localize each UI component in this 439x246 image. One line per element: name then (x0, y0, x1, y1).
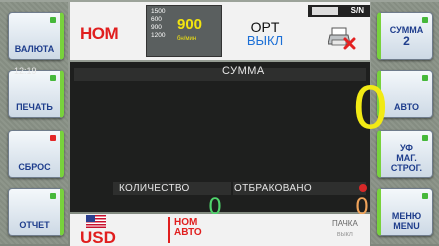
divider (168, 217, 170, 243)
uv-mag-strict-button-label: УФ МАГ. СТРОГ. (390, 143, 423, 173)
currency-button-label: ВАЛЮТА (14, 44, 55, 54)
print-button-label: ПЕЧАТЬ (16, 102, 53, 112)
batch-state: выкл (336, 231, 353, 238)
opt-label: OPT (250, 19, 280, 35)
denomination-mode[interactable]: НОМ (80, 24, 119, 44)
speed-value: 900 (177, 16, 203, 33)
printer-disabled-icon[interactable] (328, 26, 356, 50)
speed-option: 1200 (151, 32, 166, 39)
rejected-label: ОТБРАКОВАНО (234, 183, 312, 194)
status-led (422, 75, 428, 81)
currency-button[interactable]: ВАЛЮТА (8, 12, 64, 60)
top-status-bar: НОМ 1500 600 900 1200 900 бн/мин OPT ВЫК… (70, 2, 370, 60)
count-mode[interactable]: НОМ АВТО (174, 218, 202, 238)
speed-option: 600 (151, 16, 162, 23)
reset-button[interactable]: СБРОС (8, 130, 64, 178)
status-led (50, 75, 56, 81)
counter-screen: ВАЛЮТА ПЕЧАТЬ СБРОС ОТЧЕТ СУММА 2 АВТО У… (0, 0, 439, 246)
speed-selector[interactable]: 1500 600 900 1200 900 бн/мин (146, 5, 222, 57)
sum-mode-value: 2 (403, 33, 410, 48)
rejected-indicator-icon (359, 184, 367, 192)
speed-option: 1500 (151, 8, 166, 15)
speed-unit: бн/мин (177, 36, 197, 42)
sn-label: S/N (350, 6, 364, 15)
speed-option: 900 (151, 24, 162, 31)
menu-button[interactable]: МЕНЮ MENU (377, 188, 433, 236)
status-led (422, 135, 428, 141)
count-label: КОЛИЧЕСТВО (119, 183, 190, 194)
bottom-status-bar: USD НОМ АВТО ПАЧКА выкл (70, 214, 370, 246)
status-led (422, 17, 428, 23)
sum-header-bar (74, 68, 366, 81)
us-flag-icon (86, 215, 106, 228)
currency-code[interactable]: USD (80, 228, 116, 246)
sum-mode-button[interactable]: СУММА 2 (377, 12, 433, 60)
speed-options: 1500 600 900 1200 (151, 8, 165, 40)
opt-toggle[interactable]: OPT ВЫКЛ (230, 20, 300, 48)
serial-number-indicator[interactable]: S/N (308, 5, 370, 17)
status-led (50, 135, 56, 141)
count-mode-line2: АВТО (174, 227, 202, 238)
sum-value: 0 (352, 74, 389, 142)
status-led (50, 193, 56, 199)
sn-box (312, 7, 338, 15)
sum-label: СУММА (222, 65, 265, 77)
status-led (50, 17, 56, 23)
batch-label: ПАЧКА (332, 219, 358, 228)
report-button-label: ОТЧЕТ (19, 220, 50, 230)
reset-button-label: СБРОС (18, 162, 51, 172)
clock-time: 12:19 (14, 66, 37, 76)
left-button-panel: ВАЛЮТА ПЕЧАТЬ СБРОС ОТЧЕТ (0, 2, 68, 244)
auto-button-label: АВТО (394, 102, 419, 112)
sum-mode-button-label: СУММА (389, 24, 424, 35)
batch-setting[interactable]: ПАЧКА выкл (332, 218, 358, 240)
status-led (422, 193, 428, 199)
menu-button-label: МЕНЮ MENU (391, 211, 422, 231)
report-button[interactable]: ОТЧЕТ (8, 188, 64, 236)
opt-state: ВЫКЛ (246, 33, 284, 48)
print-button[interactable]: ПЕЧАТЬ (8, 70, 64, 118)
